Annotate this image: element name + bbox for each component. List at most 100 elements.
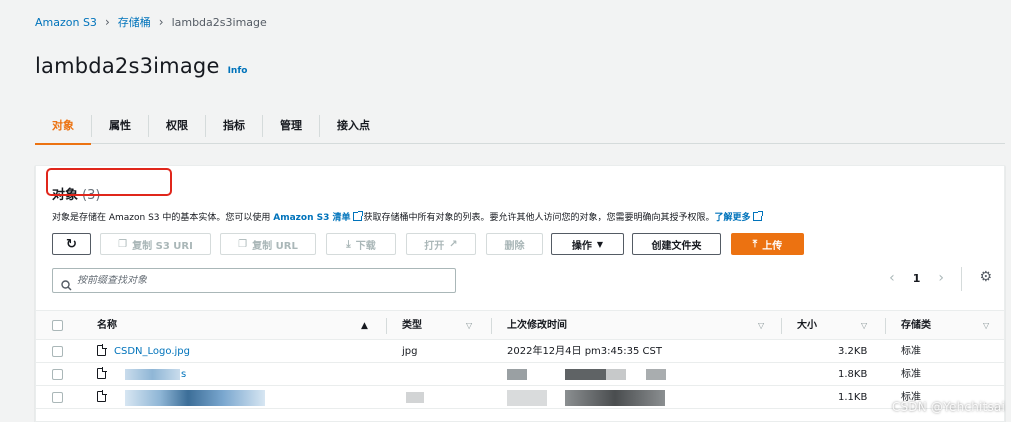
file-icon bbox=[97, 390, 107, 402]
external-link-icon bbox=[752, 211, 763, 221]
actions-dropdown[interactable]: 操作 ▼ bbox=[551, 233, 624, 255]
type-cell: jpg bbox=[402, 346, 418, 357]
tab-properties[interactable]: 属性 bbox=[92, 114, 149, 137]
caret-down-icon: ▼ bbox=[596, 239, 604, 249]
redacted-name bbox=[125, 369, 180, 380]
objects-panel: 对象 (3) 对象是存储在 Amazon S3 中的基本实体。您可以使用 Ama… bbox=[35, 165, 1005, 422]
copy-url-label: 复制 URL bbox=[252, 240, 298, 252]
table-row[interactable]: s 1.8KB 标准 bbox=[36, 363, 1004, 386]
breadcrumb-current: lambda2s3image bbox=[171, 15, 267, 29]
open-button[interactable]: 打开 ↗ bbox=[406, 233, 476, 255]
info-link[interactable]: Info bbox=[228, 66, 248, 76]
row-checkbox[interactable] bbox=[52, 369, 63, 380]
upload-button[interactable]: ⤒ 上传 bbox=[731, 233, 804, 255]
search-icon bbox=[61, 276, 72, 290]
tab-metrics[interactable]: 指标 bbox=[206, 114, 263, 137]
refresh-icon: ↻ bbox=[66, 236, 77, 252]
column-type[interactable]: 类型 bbox=[402, 311, 422, 341]
column-divider bbox=[781, 318, 782, 334]
column-storage-class[interactable]: 存储类 bbox=[901, 311, 931, 341]
highlight-annotation bbox=[46, 168, 172, 196]
create-folder-button[interactable]: 创建文件夹 bbox=[632, 233, 721, 255]
name-cell bbox=[97, 363, 114, 386]
sort-icon[interactable]: ▽ bbox=[861, 311, 867, 341]
actions-label: 操作 bbox=[571, 240, 592, 252]
size-cell: 3.2KB bbox=[838, 346, 868, 357]
redacted-date bbox=[507, 369, 527, 380]
file-icon bbox=[97, 367, 107, 379]
redacted-date bbox=[606, 369, 626, 380]
refresh-button[interactable]: ↻ bbox=[52, 233, 91, 255]
modified-cell: 2022年12月4日 pm3:45:35 CST bbox=[507, 346, 662, 357]
tab-bar: 对象 属性 权限 指标 管理 接入点 bbox=[35, 108, 1005, 145]
search-box bbox=[52, 268, 456, 293]
redacted-date bbox=[565, 390, 665, 406]
column-size[interactable]: 大小 bbox=[797, 311, 817, 341]
object-link[interactable]: s bbox=[181, 363, 186, 386]
next-page-icon[interactable]: › bbox=[938, 270, 944, 286]
breadcrumb-buckets[interactable]: 存储桶 bbox=[118, 14, 151, 30]
sort-icon[interactable]: ▽ bbox=[466, 311, 472, 341]
watermark: CSDN @Yehchitsai bbox=[891, 400, 1005, 414]
search-input[interactable] bbox=[77, 275, 437, 286]
copy-url-button[interactable]: ❐ 复制 URL bbox=[220, 233, 316, 255]
page-number[interactable]: 1 bbox=[913, 272, 921, 285]
column-divider bbox=[885, 318, 886, 334]
objects-table: 名称 ▲ 类型 ▽ 上次修改时间 ▽ 大小 ▽ 存储类 ▽ CSDN_Logo.… bbox=[36, 310, 1004, 409]
gear-icon[interactable]: ⚙ bbox=[979, 269, 992, 285]
copy-s3-uri-label: 复制 S3 URI bbox=[132, 240, 193, 252]
breadcrumb: Amazon S3 › 存储桶 › lambda2s3image bbox=[35, 14, 267, 30]
tab-management[interactable]: 管理 bbox=[263, 114, 320, 137]
copy-s3-uri-button[interactable]: ❐ 复制 S3 URI bbox=[100, 233, 211, 255]
sort-icon[interactable]: ▽ bbox=[758, 311, 764, 341]
upload-icon: ⤒ bbox=[752, 238, 758, 250]
description-text-2: 获取存储桶中所有对象的列表。要允许其他人访问您的对象，您需要明确向其授予权限。 bbox=[363, 213, 715, 223]
title-row: lambda2s3image Info bbox=[35, 54, 247, 78]
sort-ascending-icon[interactable]: ▲ bbox=[361, 311, 368, 341]
create-folder-label: 创建文件夹 bbox=[651, 240, 702, 252]
column-name[interactable]: 名称 bbox=[97, 311, 117, 341]
open-label: 打开 bbox=[424, 240, 445, 252]
table-header: 名称 ▲ 类型 ▽ 上次修改时间 ▽ 大小 ▽ 存储类 ▽ bbox=[36, 310, 1004, 340]
size-cell: 1.1KB bbox=[838, 392, 868, 403]
download-icon: ⤓ bbox=[346, 238, 351, 250]
tab-objects[interactable]: 对象 bbox=[35, 114, 92, 145]
learn-more-link[interactable]: 了解更多 bbox=[715, 213, 751, 223]
s3-inventory-link[interactable]: Amazon S3 清单 bbox=[273, 213, 350, 223]
chevron-right-icon: › bbox=[158, 15, 164, 29]
panel-description: 对象是存储在 Amazon S3 中的基本实体。您可以使用 Amazon S3 … bbox=[52, 210, 764, 223]
name-cell bbox=[97, 386, 114, 409]
row-checkbox[interactable] bbox=[52, 346, 63, 357]
column-divider bbox=[386, 318, 387, 334]
external-link-icon: ↗ bbox=[449, 238, 458, 250]
download-label: 下载 bbox=[355, 240, 376, 252]
file-icon bbox=[97, 344, 107, 356]
row-checkbox[interactable] bbox=[52, 392, 63, 403]
table-row[interactable]: 1.1KB 标准 bbox=[36, 386, 1004, 409]
tab-access-points[interactable]: 接入点 bbox=[320, 115, 387, 137]
pagination: ‹ 1 › bbox=[889, 270, 944, 286]
previous-page-icon[interactable]: ‹ bbox=[889, 270, 895, 286]
storage-class-cell: 标准 bbox=[901, 346, 921, 357]
breadcrumb-amazon-s3[interactable]: Amazon S3 bbox=[35, 16, 97, 29]
page-title: lambda2s3image bbox=[35, 54, 220, 78]
sort-icon[interactable]: ▽ bbox=[983, 311, 989, 341]
size-cell: 1.8KB bbox=[838, 369, 868, 380]
object-link[interactable]: CSDN_Logo.jpg bbox=[114, 346, 190, 357]
redacted-name bbox=[125, 390, 265, 406]
select-all-checkbox[interactable] bbox=[52, 320, 63, 331]
copy-icon: ❐ bbox=[238, 238, 248, 250]
copy-icon: ❐ bbox=[118, 238, 128, 250]
upload-label: 上传 bbox=[762, 240, 783, 252]
delete-button[interactable]: 删除 bbox=[486, 233, 543, 255]
column-divider bbox=[491, 318, 492, 334]
download-button[interactable]: ⤓ 下载 bbox=[326, 233, 396, 255]
chevron-right-icon: › bbox=[104, 15, 110, 29]
name-cell: CSDN_Logo.jpg bbox=[97, 340, 190, 363]
external-link-icon bbox=[352, 211, 363, 221]
tab-permissions[interactable]: 权限 bbox=[149, 114, 206, 137]
redacted-type bbox=[406, 392, 424, 403]
column-last-modified[interactable]: 上次修改时间 bbox=[507, 311, 567, 341]
storage-class-cell: 标准 bbox=[901, 369, 921, 380]
table-row[interactable]: CSDN_Logo.jpg jpg 2022年12月4日 pm3:45:35 C… bbox=[36, 340, 1004, 363]
